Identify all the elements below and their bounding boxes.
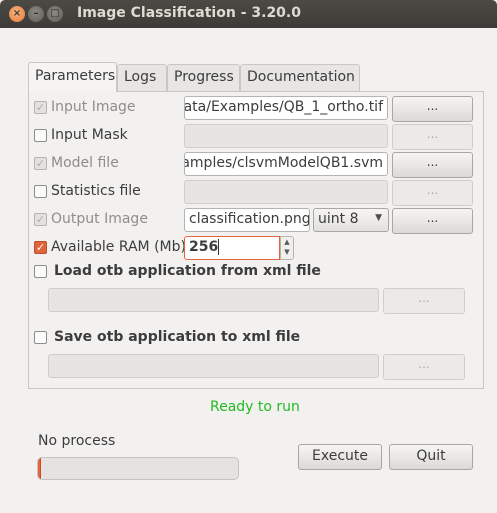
input-mask-field[interactable] (184, 124, 388, 148)
input-image-checkbox[interactable]: ✓ (34, 101, 47, 114)
input-mask-browse-button[interactable]: ... (392, 124, 473, 150)
tab-parameters[interactable]: Parameters (28, 62, 117, 92)
available-ram-input[interactable]: 256 (184, 236, 280, 260)
statistics-file-field[interactable] (184, 180, 388, 204)
check-icon: ✓ (35, 157, 46, 170)
load-xml-checkbox[interactable] (34, 265, 47, 278)
check-icon: ✓ (35, 241, 46, 254)
tab-progress[interactable]: Progress (167, 64, 240, 91)
text-caret (218, 239, 220, 255)
maximize-window-button[interactable]: □ (47, 6, 63, 22)
tab-logs[interactable]: Logs (117, 64, 167, 91)
input-image-label: Input Image (51, 99, 136, 115)
spin-up-icon[interactable]: ▲ (281, 237, 293, 247)
available-ram-value: 256 (189, 239, 219, 255)
statistics-file-browse-button[interactable]: ... (392, 180, 473, 206)
spin-down-icon[interactable]: ▼ (281, 247, 293, 257)
model-file-value: examples/clsvmModelQB1.svm (184, 155, 383, 171)
model-file-field[interactable]: examples/clsvmModelQB1.svm (184, 152, 388, 176)
statistics-file-checkbox[interactable] (34, 185, 47, 198)
output-image-browse-button[interactable]: ... (392, 208, 473, 234)
close-icon: × (12, 8, 22, 19)
model-file-browse-button[interactable]: ... (392, 152, 473, 178)
check-icon: ✓ (35, 101, 46, 114)
process-label: No process (38, 433, 116, 449)
status-text: Ready to run (210, 399, 300, 415)
model-file-checkbox[interactable]: ✓ (34, 157, 47, 170)
save-xml-label: Save otb application to xml file (54, 329, 301, 345)
window-title: Image Classification - 3.20.0 (77, 5, 301, 21)
save-xml-field[interactable] (48, 354, 379, 378)
load-xml-browse-button[interactable]: ... (383, 288, 465, 314)
output-image-field[interactable]: classification.png (184, 208, 310, 232)
maximize-icon: □ (50, 8, 60, 19)
available-ram-label: Available RAM (Mb) (51, 239, 186, 255)
progress-fill (38, 458, 41, 479)
model-file-label: Model file (51, 155, 119, 171)
available-ram-stepper[interactable]: ▲ ▼ (280, 236, 294, 260)
load-xml-label: Load otb application from xml file (54, 263, 321, 279)
input-image-browse-button[interactable]: ... (392, 96, 473, 122)
minimize-icon: – (33, 8, 39, 19)
input-mask-label: Input Mask (51, 127, 128, 143)
output-image-checkbox[interactable]: ✓ (34, 213, 47, 226)
input-image-field[interactable]: Data/Examples/QB_1_ortho.tif (184, 96, 388, 120)
load-xml-field[interactable] (48, 288, 379, 312)
progress-bar (37, 457, 239, 480)
minimize-window-button[interactable]: – (28, 6, 44, 22)
save-xml-checkbox[interactable] (34, 331, 47, 344)
chevron-down-icon: ▼ (375, 213, 382, 223)
title-bar: × – □ Image Classification - 3.20.0 (0, 0, 497, 28)
quit-button[interactable]: Quit (389, 444, 473, 470)
check-icon: ✓ (35, 213, 46, 226)
close-window-button[interactable]: × (9, 6, 25, 22)
input-image-value: Data/Examples/QB_1_ortho.tif (184, 99, 383, 115)
input-mask-checkbox[interactable] (34, 129, 47, 142)
pixel-type-select[interactable]: uint 8 ▼ (313, 208, 389, 232)
execute-button[interactable]: Execute (298, 444, 382, 470)
tab-documentation[interactable]: Documentation (240, 64, 360, 91)
statistics-file-label: Statistics file (51, 183, 141, 199)
pixel-type-value: uint 8 (318, 211, 359, 227)
save-xml-browse-button[interactable]: ... (383, 354, 465, 380)
output-image-label: Output Image (51, 211, 148, 227)
available-ram-checkbox[interactable]: ✓ (34, 241, 47, 254)
